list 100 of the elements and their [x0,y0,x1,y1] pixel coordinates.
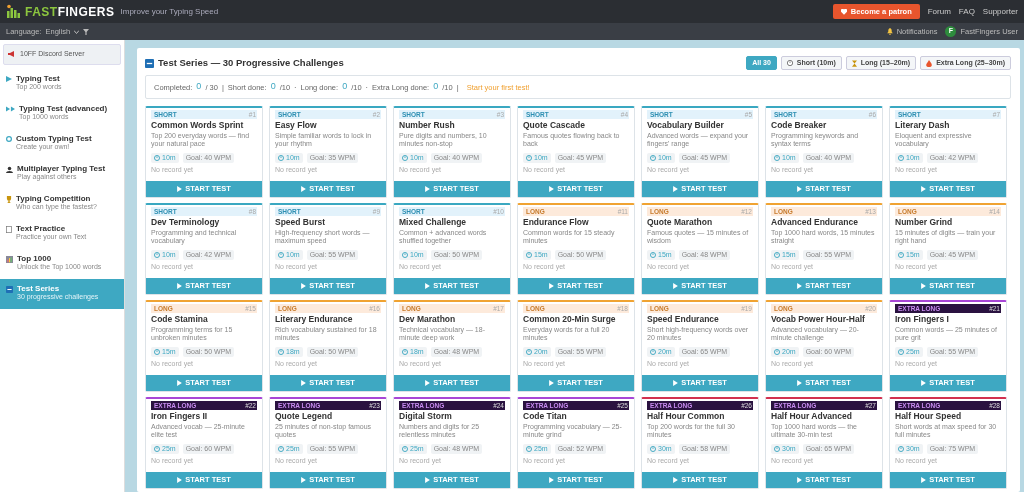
play-icon [797,379,803,386]
stopwatch-icon [898,251,904,258]
card-title: Endurance Flow [523,217,590,228]
logo-icon [6,4,21,19]
play-icon [549,185,555,192]
card-title: Literary Dash [895,120,951,131]
play-icon [797,282,803,289]
person-icon [6,165,13,173]
stopwatch-icon [774,348,780,355]
stopwatch-icon [154,445,160,452]
stopwatch-icon [402,251,408,258]
card-title: Common 20-Min Surge [523,314,617,325]
stopwatch-icon [526,154,532,161]
card-title: Code Titan [523,411,568,422]
card-title: Advanced Endurance [771,217,859,228]
document-icon [6,225,12,233]
card-title: Code Breaker [771,120,828,131]
stopwatch-icon [278,348,284,355]
stat-value: 0 [433,80,439,94]
play-icon [177,185,183,192]
stopwatch-icon [154,251,160,258]
chart-icon [6,255,13,263]
play-icon [673,379,679,386]
play-icon [177,379,183,386]
stopwatch-icon [526,251,532,258]
play-icon [425,185,431,192]
stat-value: 0 [196,80,202,94]
nav-link[interactable]: Supporter [982,5,1018,18]
card-title: Number Grind [895,217,954,228]
card-title: Common Words Sprint [151,120,245,131]
nav-link[interactable]: Forum [927,5,951,18]
nav-link[interactable]: FAQ [958,5,975,18]
card-title: Quote Legend [275,411,334,422]
double-play-icon [6,105,15,112]
card-title: Speed Endurance [647,314,720,325]
megaphone-icon [8,51,16,58]
stopwatch-icon [154,154,160,161]
card-title: Iron Fingers II [151,411,209,422]
play-icon [301,282,307,289]
play-icon [425,476,431,483]
play-icon [301,476,307,483]
stopwatch-icon [402,348,408,355]
stopwatch-icon [650,251,656,258]
play-icon [549,282,555,289]
card-title: Vocab Power Hour-Half [771,314,866,325]
card-title: Easy Flow [275,120,318,131]
card-title: Speed Burst [275,217,327,228]
series-icon [145,58,154,68]
stopwatch-icon [774,154,780,161]
flame-icon [926,59,933,67]
stopwatch-icon [278,445,284,452]
page-title: Test Series — 30 Progressive Challenges [158,56,344,71]
play-icon [6,75,12,82]
tagline: Improve your Typing Speed [120,5,219,18]
stopwatch-icon [278,251,284,258]
card-title: Quote Cascade [523,120,586,131]
play-icon [921,379,927,386]
stopwatch-icon [898,445,904,452]
circle-icon [6,135,12,142]
stopwatch-icon [774,445,780,452]
card-title: Mixed Challenge [399,217,468,228]
card-title: Number Rush [399,120,456,131]
stopwatch-icon [774,251,780,258]
play-icon [177,282,183,289]
heart-icon [840,8,847,15]
play-icon [797,476,803,483]
series-icon [6,285,13,293]
card-title: Digital Storm [399,411,453,422]
hourglass-icon [851,59,857,67]
card-title: Iron Fingers I [895,314,950,325]
play-icon [921,185,927,192]
play-icon [673,185,679,192]
card-title: Code Stamina [151,314,209,325]
stopwatch-icon [154,348,160,355]
play-icon [921,282,927,289]
play-icon [301,379,307,386]
stat-value: 0 [270,80,276,94]
play-icon [177,476,183,483]
card-title: Quote Marathon [647,217,714,228]
card-title: Dev Marathon [399,314,457,325]
play-icon [425,379,431,386]
card-title: Vocabulary Builder [647,120,725,131]
stopwatch-icon [526,348,532,355]
stopwatch-icon [402,154,408,161]
play-icon [673,282,679,289]
card-title: Literary Endurance [275,314,354,325]
chevron-down-icon [74,29,80,34]
stopwatch-icon [650,445,656,452]
filter-icon[interactable] [83,28,90,35]
stopwatch-icon [650,348,656,355]
play-icon [549,379,555,386]
brand-name[interactable]: FASTFINGERS [25,2,115,21]
stopwatch-icon [898,348,904,355]
bell-icon [886,28,893,35]
stopwatch-icon [278,154,284,161]
play-icon [797,185,803,192]
stopwatch-icon [786,60,793,67]
card-title: Half Hour Common [647,411,726,422]
stopwatch-icon [402,445,408,452]
play-icon [425,282,431,289]
